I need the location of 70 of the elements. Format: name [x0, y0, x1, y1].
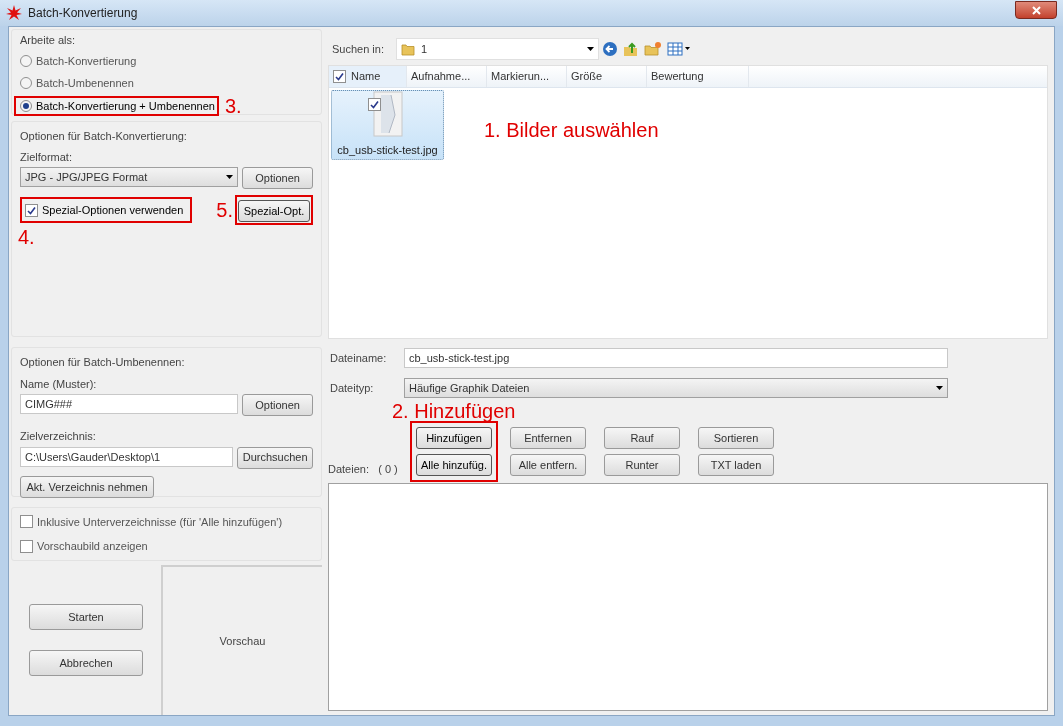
field-label: Suchen in:: [332, 41, 385, 57]
checkbox-label: Spezial-Optionen verwenden: [42, 202, 185, 218]
column-header[interactable]: Größe: [567, 66, 647, 87]
location-dropdown[interactable]: 1: [396, 38, 599, 60]
push-button[interactable]: Abbrechen: [29, 650, 143, 676]
push-button[interactable]: Optionen: [242, 394, 313, 416]
file-name: cb_usb-stick-test.jpg: [337, 142, 438, 158]
starburst-icon: [6, 5, 22, 21]
field-label: Zielformat:: [20, 149, 73, 165]
close-icon: [1031, 5, 1041, 15]
column-header[interactable]: Aufnahme...: [407, 66, 487, 87]
window-title: Batch-Konvertierung: [28, 5, 138, 22]
preview-label: Vorschau: [219, 633, 266, 649]
radio-button[interactable]: [20, 99, 32, 112]
checkbox-label: Vorschaubild anzeigen: [37, 539, 148, 554]
checkbox[interactable]: [20, 515, 33, 529]
dropdown[interactable]: JPG - JPG/JPEG Format: [20, 167, 239, 187]
column-header[interactable]: Bewertung: [647, 66, 749, 87]
push-button[interactable]: Optionen: [242, 167, 313, 189]
field-label: Name (Muster):: [20, 376, 98, 392]
annotation-label: 2. Hinzufügen: [392, 401, 517, 421]
push-button[interactable]: Entfernen: [510, 427, 586, 449]
checkbox-label: Inklusive Unterverzeichnisse (für 'Alle hinzufügen'): [37, 514, 283, 530]
field-label: Dateityp:: [330, 380, 375, 396]
push-button[interactable]: Durchsuchen: [237, 446, 313, 469]
checkbox[interactable]: [367, 98, 381, 111]
push-button[interactable]: Runter: [604, 454, 680, 476]
radio-button[interactable]: [20, 54, 32, 67]
annotation-label: 1. Bilder auswählen: [484, 120, 659, 140]
annotation-label: 5.: [216, 200, 233, 221]
field-label: Dateiname:: [330, 350, 388, 366]
dropdown[interactable]: Häufige Graphik Dateien: [404, 378, 948, 398]
annotation-label: 4.: [18, 227, 36, 248]
close-button[interactable]: [1015, 1, 1057, 19]
back-icon[interactable]: [602, 41, 618, 57]
text-field[interactable]: CIMG###: [20, 394, 239, 414]
radio-label: Batch-Konvertierung: [36, 53, 137, 69]
folder-icon: [401, 42, 415, 56]
view-menu-icon[interactable]: [667, 42, 691, 56]
radio-button[interactable]: [20, 77, 32, 90]
column-header[interactable]: Markierun...: [487, 66, 567, 87]
caret-icon: [226, 175, 234, 179]
push-button[interactable]: Spezial-Opt.: [238, 200, 310, 223]
annotation-label: 3.: [224, 95, 242, 116]
folder-up-icon[interactable]: [623, 41, 639, 57]
push-button[interactable]: TXT laden: [698, 454, 774, 476]
column-header[interactable]: Name: [329, 66, 407, 87]
push-button[interactable]: Starten: [29, 604, 143, 630]
field-label: Optionen für Batch-Umbenennen:: [20, 355, 186, 370]
document-thumbnail-icon: [372, 91, 403, 137]
radio-label: Batch-Umbenennen: [36, 76, 134, 91]
field-label: Optionen für Batch-Konvertierung:: [20, 129, 188, 144]
push-button[interactable]: Rauf: [604, 427, 680, 449]
push-button[interactable]: Sortieren: [698, 427, 774, 449]
checkbox[interactable]: [20, 539, 33, 553]
push-button[interactable]: Alle entfern.: [510, 454, 586, 476]
push-button[interactable]: Akt. Verzeichnis nehmen: [20, 475, 154, 498]
files-count-label: Dateien: ( 0 ): [328, 463, 398, 475]
caret-icon: [936, 386, 943, 390]
push-button[interactable]: Alle hinzufüg.: [416, 454, 492, 476]
caret-icon: [587, 47, 594, 51]
checkbox[interactable]: [25, 203, 38, 217]
push-button[interactable]: Hinzufügen: [416, 427, 492, 449]
field-label: Zielverzeichnis:: [20, 429, 97, 444]
file-item[interactable]: cb_usb-stick-test.jpg: [331, 90, 444, 160]
text-field[interactable]: C:\Users\Gauder\Desktop\1: [20, 446, 234, 467]
radio-label: Batch-Konvertierung + Umbenennen: [36, 98, 215, 114]
field-label: Arbeite als:: [20, 33, 77, 48]
checkbox[interactable]: [333, 70, 346, 83]
text-field[interactable]: cb_usb-stick-test.jpg: [404, 348, 948, 368]
